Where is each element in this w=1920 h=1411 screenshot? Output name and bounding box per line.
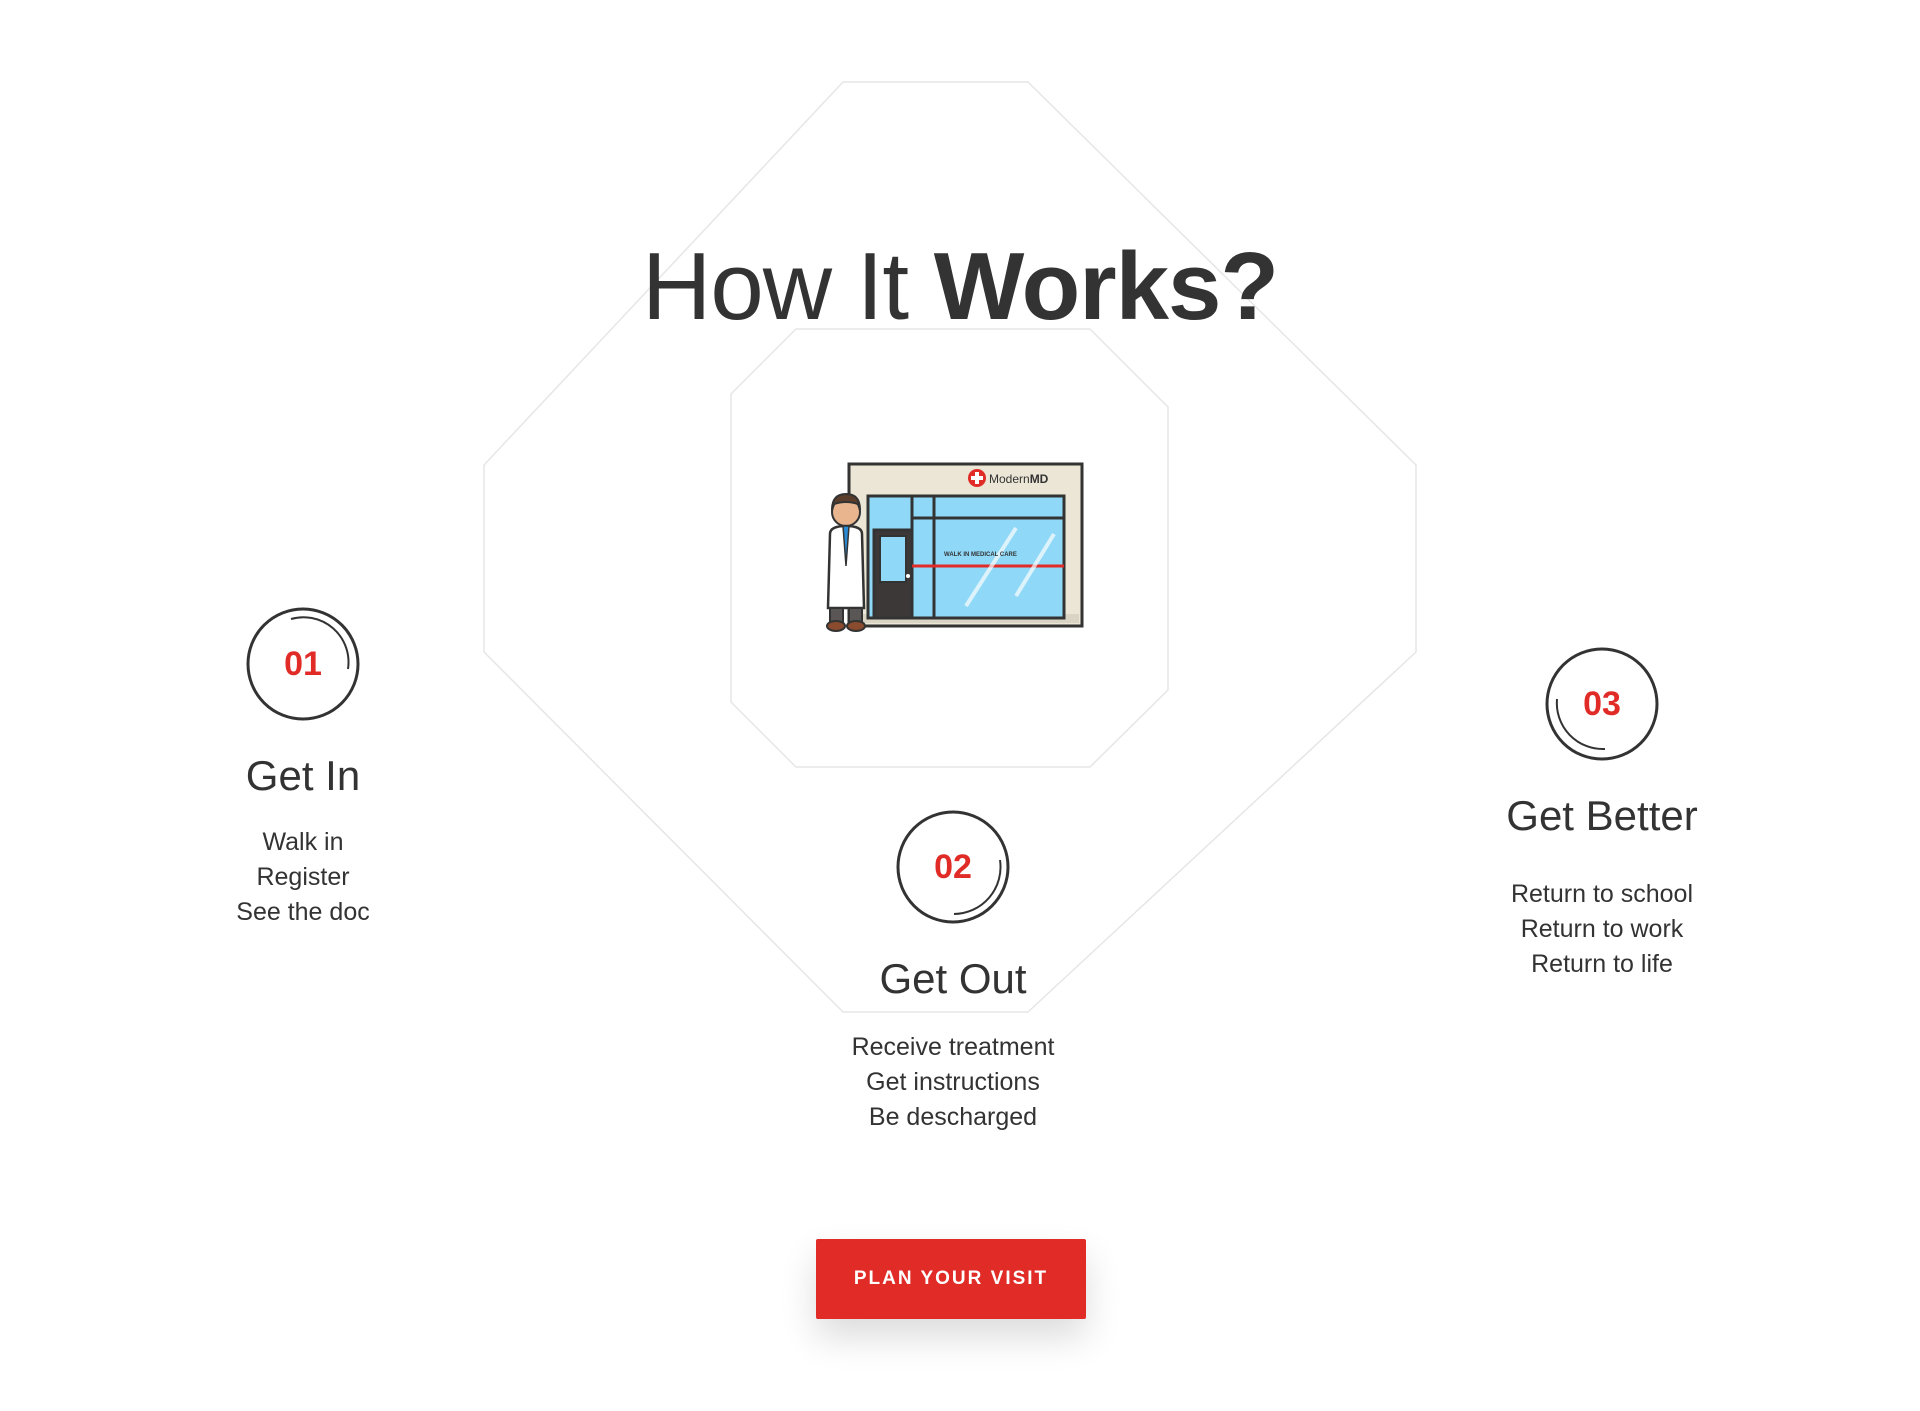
step-line: Be descharged bbox=[868, 1103, 1038, 1131]
step-description: Receive treatment Get instructions Be de… bbox=[803, 1030, 1103, 1135]
page-title: How It Works? bbox=[0, 232, 1920, 342]
sign-logo: ModernMD bbox=[989, 472, 1049, 486]
step-number: 02 bbox=[934, 848, 972, 886]
clinic-illustration: ModernMD WALK IN MEDICAL CARE bbox=[826, 462, 1084, 632]
step-get-in: 01 Get In Walk in Register See the doc bbox=[153, 607, 453, 930]
step-get-better: 03 Get Better Return to school Return to… bbox=[1452, 647, 1752, 982]
page-title-light: How It bbox=[641, 233, 934, 341]
step-description: Return to school Return to work Return t… bbox=[1452, 877, 1752, 982]
doctor-figure bbox=[826, 492, 866, 632]
plan-your-visit-button[interactable]: PLAN YOUR VISIT bbox=[816, 1239, 1086, 1319]
step-number: 03 bbox=[1583, 685, 1621, 723]
step-line: Return to work bbox=[1520, 915, 1684, 943]
page-title-bold: Works? bbox=[933, 233, 1279, 341]
step-number: 01 bbox=[284, 645, 322, 683]
step-line: Return to life bbox=[1531, 950, 1673, 978]
step-title: Get In bbox=[245, 752, 361, 799]
window-text: WALK IN MEDICAL CARE bbox=[944, 552, 1017, 558]
step-line: Receive treatment bbox=[851, 1033, 1055, 1061]
step-line: Get instructions bbox=[866, 1068, 1040, 1096]
step-title: Get Out bbox=[879, 955, 1027, 1002]
step-number-circle: 03 bbox=[1545, 647, 1659, 761]
step-line: See the doc bbox=[236, 898, 370, 926]
step-number-circle: 01 bbox=[246, 607, 360, 721]
step-line: Walk in bbox=[262, 828, 344, 856]
step-description: Walk in Register See the doc bbox=[153, 825, 453, 930]
step-title: Get Better bbox=[1506, 792, 1698, 839]
step-get-out: 02 Get Out Receive treatment Get instruc… bbox=[803, 810, 1103, 1135]
step-line: Return to school bbox=[1510, 880, 1694, 908]
step-line: Register bbox=[256, 863, 350, 891]
step-number-circle: 02 bbox=[896, 810, 1010, 924]
